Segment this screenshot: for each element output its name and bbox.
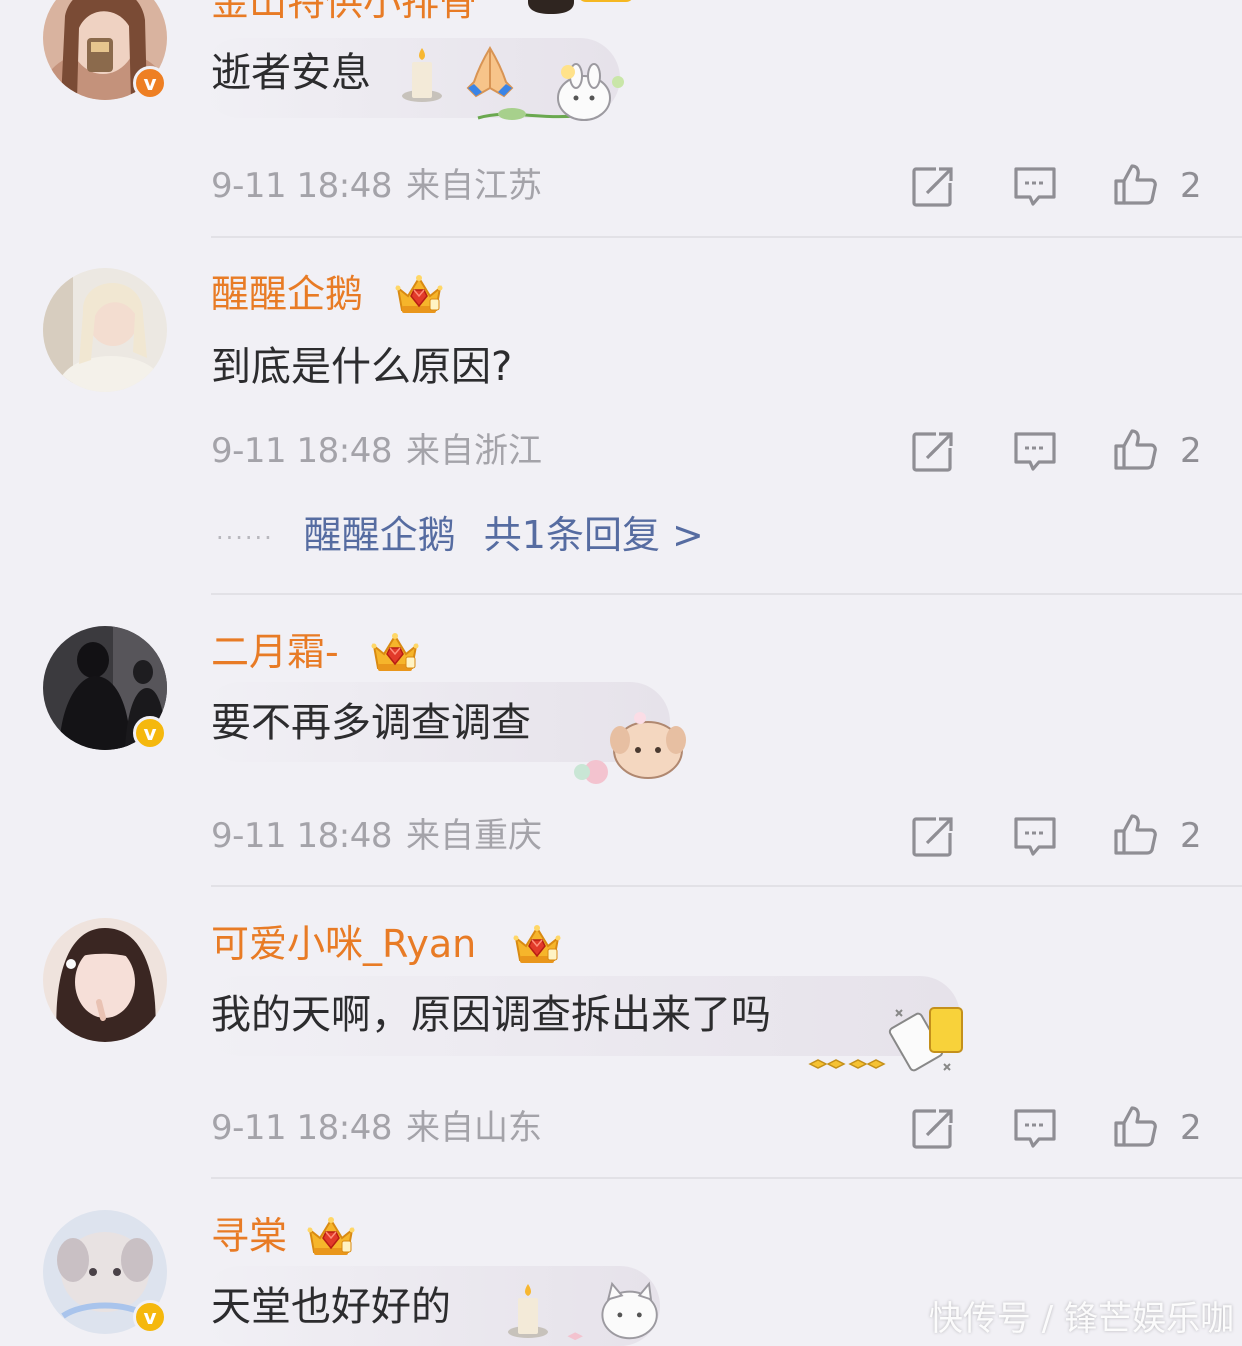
crown-badge-icon — [510, 922, 564, 966]
location: 来自江苏 — [405, 166, 542, 206]
reply-count[interactable]: 共1条回复 > — [484, 513, 704, 557]
divider — [211, 885, 1242, 887]
comment-meta: 9-11 18:48 来自山东 — [211, 1108, 542, 1148]
comment-text: 天堂也好好的 — [211, 1284, 451, 1330]
avatar[interactable] — [43, 918, 167, 1042]
avatar[interactable] — [43, 268, 167, 392]
verified-icon: v — [133, 716, 167, 750]
share-icon[interactable] — [910, 1105, 956, 1151]
like-count: 2 — [1180, 166, 1202, 206]
like-icon[interactable] — [1112, 426, 1158, 472]
comment-text: 我的天啊，原因调查拆出来了吗 — [211, 992, 771, 1038]
location: 来自浙江 — [405, 431, 542, 471]
verified-icon: v — [133, 1300, 167, 1334]
timestamp: 9-11 18:48 — [211, 816, 392, 856]
comment-meta: 9-11 18:48 来自浙江 — [211, 431, 542, 471]
puppy-sticker-icon — [574, 712, 686, 784]
reply-username[interactable]: 醒醒企鹅 — [304, 513, 456, 557]
card-sticker-icon — [808, 1007, 963, 1072]
comment-icon[interactable] — [1012, 163, 1058, 209]
comment-icon[interactable] — [1012, 1105, 1058, 1151]
reply-link[interactable]: ······ 醒醒企鹅 共1条回复 > — [216, 513, 704, 560]
timestamp: 9-11 18:48 — [211, 1108, 392, 1148]
username[interactable]: 可爱小咪_Ryan — [211, 922, 476, 966]
comment-text: 到底是什么原因? — [211, 344, 513, 390]
crown-badge-icon — [304, 1214, 358, 1258]
like-icon[interactable] — [1112, 1103, 1158, 1149]
comment-text: 逝者安息 — [211, 50, 371, 96]
comment-icon[interactable] — [1012, 428, 1058, 474]
like-count: 2 — [1180, 816, 1202, 856]
share-icon[interactable] — [910, 428, 956, 474]
crown-badge-icon — [368, 630, 422, 674]
avatar-image — [43, 268, 167, 392]
watermark: 快传号 / 锋芒娱乐咖 — [928, 1299, 1234, 1339]
divider — [211, 593, 1242, 595]
like-icon[interactable] — [1112, 161, 1158, 207]
timestamp: 9-11 18:48 — [211, 166, 392, 206]
share-icon[interactable] — [910, 163, 956, 209]
bunny-sticker-icon — [477, 63, 624, 121]
comment-meta: 9-11 18:48 来自江苏 — [211, 166, 542, 206]
like-count: 2 — [1180, 1108, 1202, 1148]
divider — [211, 236, 1242, 238]
share-icon[interactable] — [910, 813, 956, 859]
reply-dots: ······ — [216, 523, 274, 552]
crown-badge-icon — [392, 272, 446, 316]
location: 来自山东 — [405, 1108, 542, 1148]
cat-sticker-icon — [567, 1281, 658, 1341]
candle-icon — [402, 48, 442, 102]
timestamp: 9-11 18:48 — [211, 431, 392, 471]
verified-icon: v — [133, 66, 167, 100]
divider — [211, 1177, 1242, 1179]
like-icon[interactable] — [1112, 811, 1158, 857]
username[interactable]: 金山特供小排骨 — [211, 0, 477, 24]
comment-icon[interactable] — [1012, 813, 1058, 859]
like-count: 2 — [1180, 431, 1202, 471]
candle-icon — [508, 1284, 548, 1338]
location: 来自重庆 — [405, 816, 542, 856]
comment-text: 要不再多调查调查 — [211, 700, 531, 746]
avatar-image — [43, 918, 167, 1042]
username[interactable]: 寻棠 — [211, 1214, 287, 1258]
username[interactable]: 二月霜- — [211, 630, 339, 674]
username[interactable]: 醒醒企鹅 — [211, 272, 363, 316]
comment-meta: 9-11 18:48 来自重庆 — [211, 816, 542, 856]
crown-badge-icon — [528, 0, 632, 14]
